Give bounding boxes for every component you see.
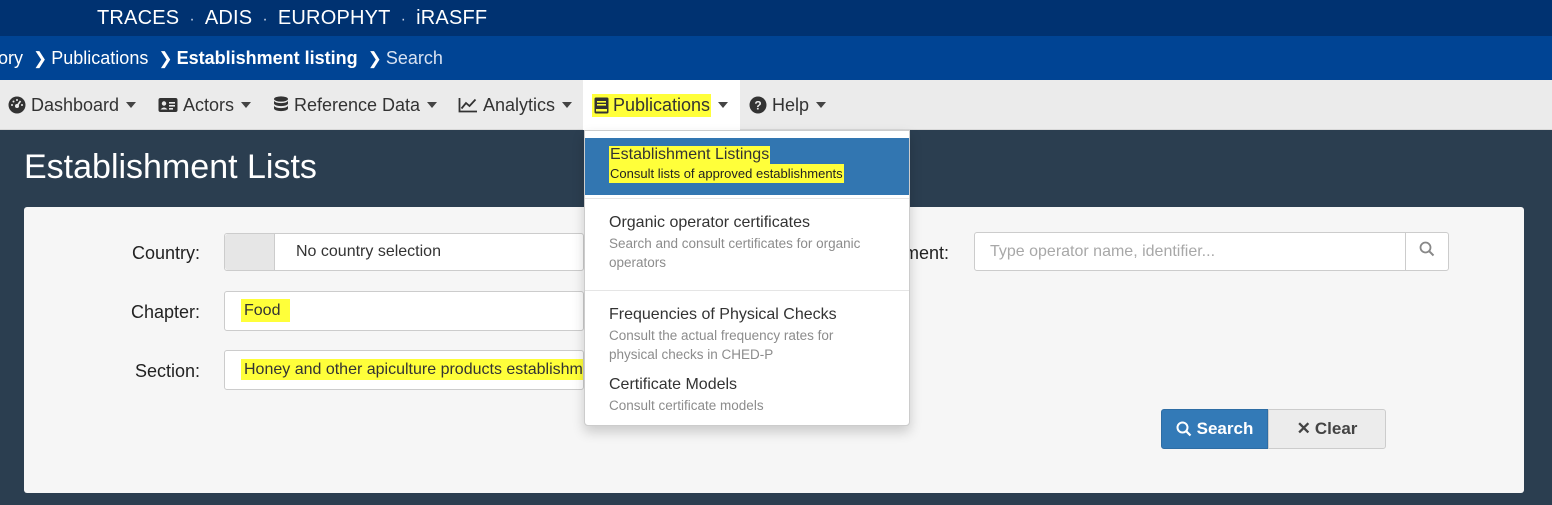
menu-item-description: physical checks in CHED-P <box>609 347 774 362</box>
menu-item-description: operators <box>609 255 667 270</box>
separator: · <box>262 11 268 28</box>
nav-actors[interactable]: Actors <box>158 80 252 130</box>
menu-item-description: Consult lists of approved establishments <box>609 164 844 183</box>
search-icon <box>1419 241 1435 262</box>
chevron-right-icon: ❯ <box>158 49 173 68</box>
menu-item-title: Certificate Models <box>609 376 738 393</box>
country-label: Country: <box>131 243 200 263</box>
breadcrumb: ory ❯ Publications ❯ Establishment listing ❯ S… <box>0 36 1552 80</box>
caret-down-icon <box>126 102 137 108</box>
chevron-right-icon: ❯ <box>33 49 48 68</box>
nav-publications[interactable]: Publications <box>583 80 740 130</box>
nav-label: Publications <box>613 94 711 115</box>
caret-down-icon <box>241 102 252 108</box>
search-button-label: Search <box>1196 419 1254 438</box>
caret-down-icon <box>427 102 438 108</box>
top-app-bar: TRACES · ADIS · EUROPHYT · iRASFF <box>0 0 1552 36</box>
section-label: Section: <box>134 361 200 381</box>
section-value: Honey and other apiculture products esta… <box>241 359 583 380</box>
menu-item-description: Consult the actual frequency rates for <box>609 328 834 343</box>
nav-analytics[interactable]: Analytics <box>458 80 573 130</box>
search-button[interactable]: Search <box>1161 409 1268 449</box>
breadcrumb-item-publications[interactable]: Publications <box>51 48 148 68</box>
app-links: TRACES · ADIS · EUROPHYT · iRASFF <box>97 7 487 30</box>
app-link-adis[interactable]: ADIS <box>205 7 252 30</box>
close-icon: ✕ <box>1296 419 1311 438</box>
caret-down-icon <box>816 102 827 108</box>
database-icon <box>273 96 289 114</box>
main-navbar: Dashboard Actors Reference Data Analytic… <box>0 80 1552 130</box>
clear-button[interactable]: ✕ Clear <box>1268 409 1386 449</box>
id-card-icon <box>158 96 178 114</box>
app-link-irasff[interactable]: iRASFF <box>416 7 487 30</box>
menu-item-description: Consult certificate models <box>609 398 764 413</box>
menu-divider <box>585 290 909 291</box>
publications-dropdown-menu: Establishment Listings Consult lists of … <box>584 130 910 426</box>
section-select[interactable]: Honey and other apiculture products esta… <box>224 350 584 390</box>
chapter-value: Food <box>241 299 291 322</box>
menu-item-certificate-models[interactable]: Certificate Models Consult certificate m… <box>585 376 909 415</box>
menu-item-frequencies-physical-checks[interactable]: Frequencies of Physical Checks Consult t… <box>585 306 909 364</box>
chapter-label: Chapter: <box>130 302 200 322</box>
caret-down-icon <box>718 102 729 108</box>
breadcrumb-item-search: Search <box>385 48 443 68</box>
menu-divider <box>585 198 909 199</box>
menu-item-description: Search and consult certificates for orga… <box>609 236 861 251</box>
nav-dashboard[interactable]: Dashboard <box>8 80 137 130</box>
country-select[interactable]: No country selection <box>224 233 584 271</box>
establishment-search-button[interactable] <box>1405 232 1449 271</box>
nav-label: Help <box>772 94 810 115</box>
clear-button-label: Clear <box>1314 419 1358 438</box>
nav-label: Actors <box>183 94 235 115</box>
country-flag <box>225 234 275 270</box>
app-link-traces[interactable]: TRACES <box>97 7 179 30</box>
nav-highlight: Publications <box>592 93 712 117</box>
chapter-select[interactable]: Food <box>224 291 584 331</box>
question-circle-icon: ? <box>749 96 767 114</box>
dashboard-icon <box>8 96 26 114</box>
menu-item-title: Organic operator certificates <box>609 214 810 231</box>
app-link-europhyt[interactable]: EUROPHYT <box>278 7 391 30</box>
country-value: No country selection <box>296 243 441 260</box>
nav-label: Reference Data <box>294 94 421 115</box>
establishment-search-input[interactable]: Type operator name, identifier... <box>974 232 1406 271</box>
breadcrumb-item-partial[interactable]: ory <box>0 48 23 68</box>
chevron-right-icon: ❯ <box>367 49 382 68</box>
svg-text:?: ? <box>754 99 761 113</box>
nav-help[interactable]: ? Help <box>749 80 827 130</box>
menu-item-establishment-listings[interactable]: Establishment Listings Consult lists of … <box>585 138 909 195</box>
menu-item-title: Frequencies of Physical Checks <box>609 306 837 323</box>
separator: · <box>189 11 195 28</box>
caret-down-icon <box>562 102 573 108</box>
page-title: Establishment Lists <box>24 148 317 186</box>
book-icon <box>593 96 609 114</box>
nav-reference-data[interactable]: Reference Data <box>273 80 438 130</box>
menu-item-organic-operator-certificates[interactable]: Organic operator certificates Search and… <box>585 214 909 272</box>
search-icon <box>1176 421 1192 437</box>
line-chart-icon <box>458 96 478 114</box>
menu-item-title: Establishment Listings <box>609 146 771 164</box>
breadcrumb-item-establishment-listing[interactable]: Establishment listing <box>177 48 358 68</box>
nav-label: Analytics <box>483 94 556 115</box>
nav-label: Dashboard <box>31 94 120 115</box>
separator: · <box>400 11 407 28</box>
establishment-placeholder: Type operator name, identifier... <box>990 242 1216 260</box>
